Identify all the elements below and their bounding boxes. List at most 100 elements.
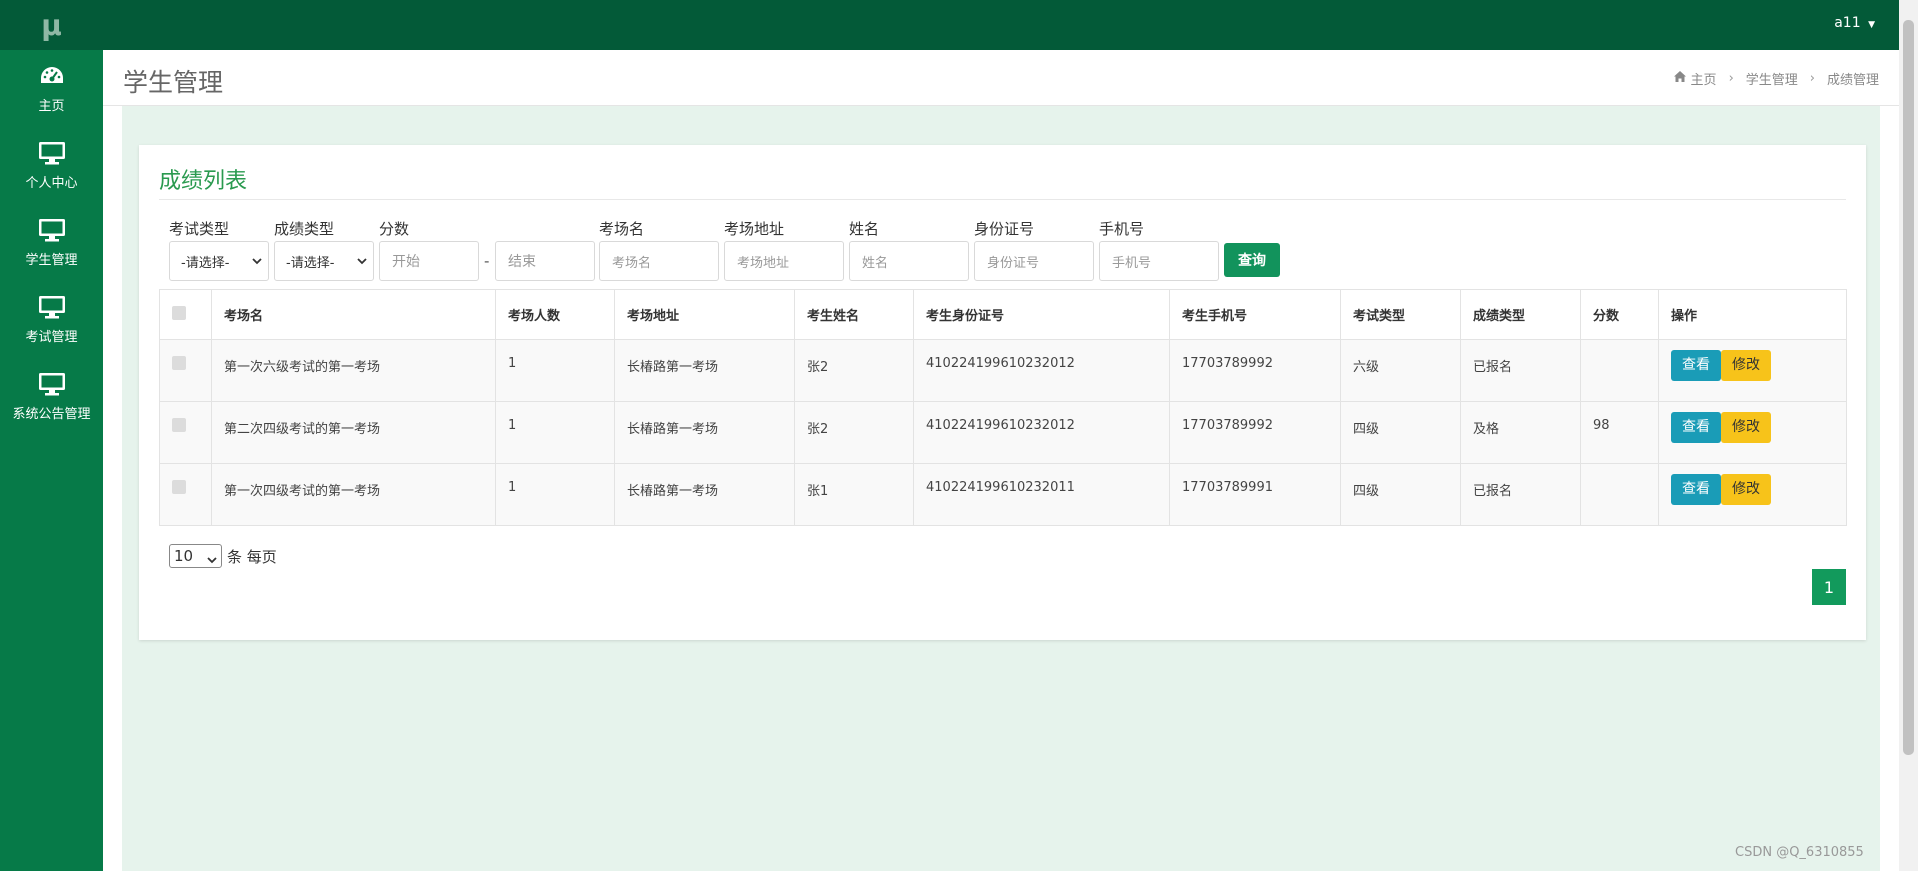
sidebar-item-label: 考试管理: [25, 330, 78, 345]
cell-id-card: 410224199610232012: [913, 339, 1170, 402]
select-all-checkbox[interactable]: [172, 305, 186, 320]
sidebar: μ 主页 个人中心 学生管理 考试管理 系统公告管理: [0, 0, 103, 871]
cell-venue-name: 第一次四级考试的第一考场: [211, 463, 496, 526]
chevron-right-icon: ›: [1809, 71, 1815, 86]
chevron-down-icon: [357, 255, 367, 270]
score-list-card: 成绩列表 考试类型 成绩类型 分数 考场名 考场地址 姓名 身份证号 手机号 -…: [139, 145, 1866, 640]
column-header: 考场地址: [614, 289, 795, 340]
row-checkbox-cell[interactable]: [159, 339, 212, 402]
sidebar-item-label: 个人中心: [25, 176, 78, 191]
cell-venue-address: 长椿路第一考场: [614, 401, 795, 464]
venue-name-label: 考场名: [599, 220, 645, 238]
score-label: 分数: [379, 220, 410, 238]
view-button[interactable]: 查看: [1671, 350, 1721, 381]
chevron-right-icon: ›: [1728, 71, 1734, 86]
sidebar-item-announcements[interactable]: 系统公告管理: [0, 358, 103, 435]
page-button-current[interactable]: 1: [1812, 569, 1846, 605]
name-input[interactable]: 姓名: [849, 241, 969, 281]
venue-name-input[interactable]: 考场名: [599, 241, 719, 281]
cell-student-name: 张2: [794, 401, 914, 464]
column-header: 考生手机号: [1169, 289, 1341, 340]
column-header: 考生身份证号: [913, 289, 1170, 340]
cell-venue-address: 长椿路第一考场: [614, 339, 795, 402]
table-row: 第一次六级考试的第一考场 1 长椿路第一考场 张2 41022419961023…: [159, 339, 1847, 402]
sidebar-item-profile[interactable]: 个人中心: [0, 127, 103, 204]
watermark: CSDN @Q_6310855: [1735, 845, 1864, 860]
table-row: 第二次四级考试的第一考场 1 长椿路第一考场 张2 41022419961023…: [159, 401, 1847, 464]
monitor-icon: [38, 140, 66, 166]
select-all-checkbox-cell[interactable]: [159, 289, 212, 340]
page-size-control: 10 条 每页: [169, 544, 277, 568]
row-checkbox[interactable]: [172, 480, 186, 494]
id-card-input[interactable]: 身份证号: [974, 241, 1094, 281]
scrollbar-thumb[interactable]: [1903, 20, 1914, 755]
row-checkbox-cell[interactable]: [159, 401, 212, 464]
exam-type-select[interactable]: -请选择-: [169, 241, 269, 281]
page-size-suffix: 条 每页: [227, 547, 277, 566]
cell-phone: 17703789992: [1169, 401, 1341, 464]
score-start-input[interactable]: 开始: [379, 241, 479, 281]
monitor-icon: [38, 371, 66, 397]
venue-address-placeholder: 考场地址: [737, 255, 790, 271]
cell-exam-type: 四级: [1340, 463, 1461, 526]
cell-venue-name: 第一次六级考试的第一考场: [211, 339, 496, 402]
cell-venue-count: 1: [495, 401, 615, 464]
cell-venue-count: 1: [495, 339, 615, 402]
cell-id-card: 410224199610232011: [913, 463, 1170, 526]
edit-button[interactable]: 修改: [1721, 474, 1771, 505]
sidebar-item-exams[interactable]: 考试管理: [0, 281, 103, 358]
query-button[interactable]: 查询: [1224, 243, 1280, 277]
monitor-icon: [38, 217, 66, 243]
page-size-select[interactable]: 10: [169, 544, 222, 568]
table-header-row: 考场名 考场人数 考场地址 考生姓名 考生身份证号 考生手机号 考试类型 成绩类…: [159, 289, 1847, 340]
score-type-value: -请选择-: [286, 255, 335, 271]
page-header: 学生管理 主页 › 学生管理 › 成绩管理: [103, 50, 1899, 106]
phone-input[interactable]: 手机号: [1099, 241, 1219, 281]
phone-label: 手机号: [1099, 220, 1145, 238]
cell-phone: 17703789991: [1169, 463, 1341, 526]
sidebar-item-label: 主页: [38, 99, 65, 114]
home-icon: [1673, 71, 1686, 86]
score-start-placeholder: 开始: [392, 254, 420, 270]
cell-score: [1580, 463, 1659, 526]
cell-exam-type: 六级: [1340, 339, 1461, 402]
chevron-down-icon: [252, 255, 262, 270]
venue-address-label: 考场地址: [724, 220, 785, 238]
id-card-label: 身份证号: [974, 220, 1035, 238]
cell-phone: 17703789992: [1169, 339, 1341, 402]
sidebar-item-students[interactable]: 学生管理: [0, 204, 103, 281]
breadcrumb: 主页 › 学生管理 › 成绩管理: [1673, 69, 1879, 88]
card-title: 成绩列表: [159, 169, 248, 194]
exam-type-label: 考试类型: [169, 220, 230, 238]
cell-student-name: 张1: [794, 463, 914, 526]
cell-student-name: 张2: [794, 339, 914, 402]
cell-venue-address: 长椿路第一考场: [614, 463, 795, 526]
sidebar-item-label: 学生管理: [25, 253, 78, 268]
user-menu[interactable]: a11 ▼: [1834, 15, 1875, 31]
sidebar-item-home[interactable]: 主页: [0, 50, 103, 127]
cell-score: 98: [1580, 401, 1659, 464]
row-checkbox[interactable]: [172, 356, 186, 370]
top-bar: a11 ▼: [103, 0, 1899, 50]
column-header: 考场名: [211, 289, 496, 340]
row-checkbox[interactable]: [172, 418, 186, 432]
score-end-input[interactable]: 结束: [495, 241, 595, 281]
breadcrumb-students[interactable]: 学生管理: [1746, 69, 1798, 88]
column-header: 成绩类型: [1460, 289, 1581, 340]
view-button[interactable]: 查看: [1671, 474, 1721, 505]
cell-actions: 查看 修改: [1658, 339, 1847, 402]
edit-button[interactable]: 修改: [1721, 412, 1771, 443]
logo: μ: [0, 0, 103, 50]
breadcrumb-home[interactable]: 主页: [1691, 69, 1717, 88]
venue-address-input[interactable]: 考场地址: [724, 241, 844, 281]
column-header: 考试类型: [1340, 289, 1461, 340]
edit-button[interactable]: 修改: [1721, 350, 1771, 381]
cell-score-type: 已报名: [1460, 463, 1581, 526]
monitor-icon: [38, 294, 66, 320]
view-button[interactable]: 查看: [1671, 412, 1721, 443]
row-checkbox-cell[interactable]: [159, 463, 212, 526]
dashboard-icon: [39, 63, 65, 89]
cell-exam-type: 四级: [1340, 401, 1461, 464]
score-type-select[interactable]: -请选择-: [274, 241, 374, 281]
chevron-down-icon: [207, 551, 217, 569]
